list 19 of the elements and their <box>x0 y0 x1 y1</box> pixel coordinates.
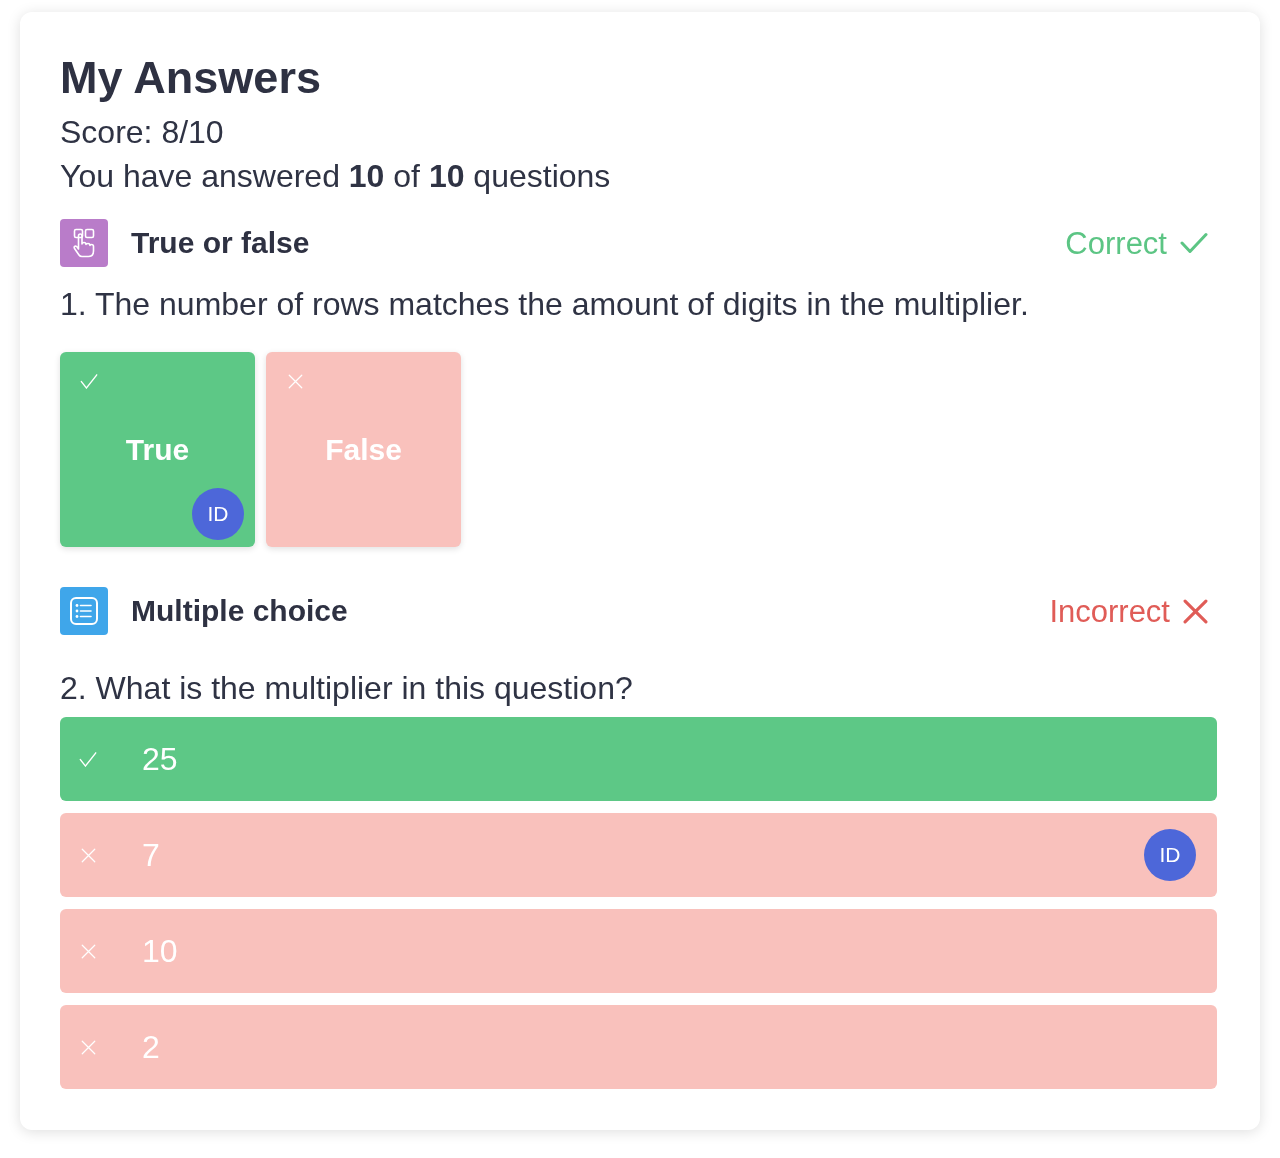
user-avatar: ID <box>1144 829 1196 881</box>
answer-label: False <box>325 434 402 465</box>
answer-label: 10 <box>142 935 178 967</box>
question-type-title: True or false <box>131 228 310 258</box>
progress-text: You have answered 10 of 10 questions <box>60 157 612 196</box>
question-text: 1. The number of rows matches the amount of digits in the multiplier. <box>60 285 1030 324</box>
answer-label: True <box>125 434 190 465</box>
result-label: Correct <box>1065 227 1167 259</box>
list-icon <box>60 587 108 635</box>
score-text: Score: 8/10 <box>60 113 225 152</box>
answer-label: 25 <box>142 743 178 775</box>
answer-label: 2 <box>142 1031 160 1063</box>
pointing-hand-icon <box>60 219 108 267</box>
page-title: My Answers <box>60 52 322 104</box>
result-label: Incorrect <box>1049 595 1170 627</box>
question-text: 2. What is the multiplier in this question? <box>60 669 634 708</box>
user-avatar: ID <box>192 488 244 540</box>
answer-label: 7 <box>142 839 160 871</box>
question-type-title: Multiple choice <box>131 596 348 626</box>
